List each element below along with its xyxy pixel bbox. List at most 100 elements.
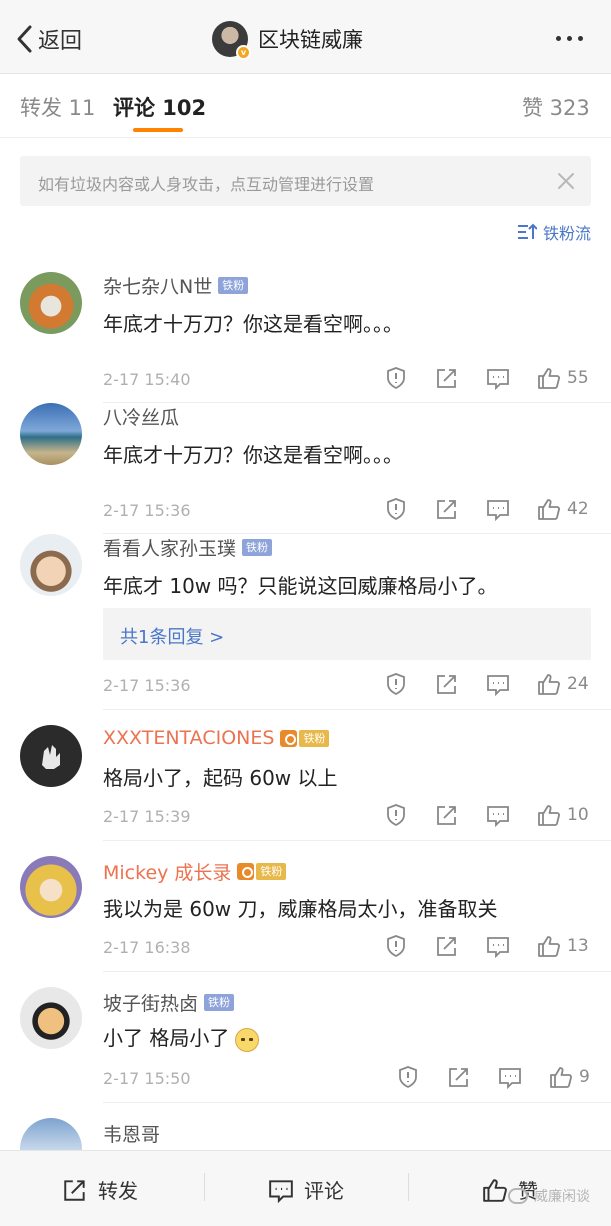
commenter-name[interactable]: 杂七杂八N世 铁粉	[103, 272, 249, 299]
fan-badge: 铁粉	[299, 729, 330, 747]
comment-time: 2-17 15:40	[103, 370, 191, 389]
avatar[interactable]	[20, 1118, 82, 1150]
repost-button[interactable]: 转发	[62, 1175, 138, 1204]
comment-time: 2-17 15:36	[103, 501, 191, 520]
commenter-name[interactable]: 坡子街热卤 铁粉	[103, 989, 235, 1016]
comment-time: 2-17 15:50	[103, 1069, 191, 1088]
reply-icon[interactable]	[486, 497, 510, 521]
comment-actions: 55	[384, 366, 591, 390]
thumbs-up-icon[interactable]	[537, 497, 561, 521]
like-count: 55	[567, 368, 589, 388]
reply-icon[interactable]	[498, 1065, 522, 1089]
share-icon[interactable]	[435, 366, 459, 390]
fan-badge: 铁粉	[204, 994, 235, 1011]
sort-label: 铁粉流	[542, 224, 591, 243]
thumbs-up-icon[interactable]	[537, 366, 561, 390]
moderation-notice[interactable]: 如有垃圾内容或人身攻击，点互动管理进行设置	[20, 156, 591, 206]
commenter-name[interactable]: 看看人家孙玉璞 铁粉	[103, 534, 273, 561]
more-options-button[interactable]	[556, 36, 583, 41]
like-count: 13	[567, 936, 589, 956]
comment-actions: 9	[396, 1065, 603, 1089]
comment-time: 2-17 16:38	[103, 938, 191, 957]
report-icon[interactable]	[384, 497, 408, 521]
fan-badge: 铁粉	[242, 539, 273, 556]
like-count: 24	[567, 674, 589, 694]
thumbs-up-icon[interactable]	[549, 1065, 573, 1089]
comment-text: 小了 格局小了	[103, 1022, 260, 1052]
divider	[103, 971, 611, 972]
active-tab-indicator	[133, 128, 183, 132]
avatar[interactable]	[20, 856, 82, 918]
report-icon[interactable]	[384, 803, 408, 827]
tab-like[interactable]: 赞 323	[522, 92, 590, 122]
like-count: 42	[567, 499, 589, 519]
fan-badge: 铁粉	[256, 863, 287, 880]
like-count: 10	[567, 805, 589, 825]
watermark: 威廉闲谈	[508, 1186, 590, 1206]
thumbs-up-icon[interactable]	[537, 934, 561, 958]
reply-icon[interactable]	[486, 366, 510, 390]
comment-text: 年底才十万刀？你这是看空啊。。。	[103, 443, 403, 467]
comment-label: 评论	[304, 1179, 344, 1203]
comment-actions: 42	[384, 497, 591, 521]
report-icon[interactable]	[384, 672, 408, 696]
fan-badge: 铁粉	[218, 277, 249, 294]
repost-label: 转发	[98, 1179, 138, 1203]
avatar[interactable]	[20, 725, 82, 787]
share-icon[interactable]	[435, 672, 459, 696]
comment-actions: 24	[384, 672, 591, 696]
page-title: 区块链威廉	[258, 28, 363, 52]
comment-time: 2-17 15:36	[103, 676, 191, 695]
reply-icon[interactable]	[486, 934, 510, 958]
divider	[103, 709, 611, 710]
share-icon[interactable]	[435, 934, 459, 958]
divider	[103, 840, 611, 841]
share-icon	[64, 1179, 85, 1201]
report-icon[interactable]	[384, 366, 408, 390]
avatar: v	[212, 21, 251, 60]
profile-title[interactable]: v 区块链威廉	[212, 20, 363, 60]
close-icon[interactable]	[557, 172, 575, 190]
thumbs-up-icon	[483, 1178, 507, 1202]
report-icon[interactable]	[384, 934, 408, 958]
dot-icon	[556, 36, 561, 41]
divider	[408, 1173, 409, 1201]
sort-icon	[517, 223, 537, 239]
avatar[interactable]	[20, 987, 82, 1049]
top-navigation-bar: 返回 v 区块链威廉	[0, 0, 611, 74]
comment-actions: 13	[384, 934, 591, 958]
commenter-name[interactable]: Mickey 成长录 铁粉	[103, 858, 287, 885]
share-icon[interactable]	[435, 803, 459, 827]
commenter-name[interactable]: 韦恩哥	[103, 1120, 160, 1147]
tab-comment[interactable]: 评论 102	[113, 92, 206, 122]
comment-text: 年底才十万刀？你这是看空啊。。。	[103, 312, 403, 336]
vip-icon	[237, 863, 255, 880]
replies-label: 共1条回复 >	[120, 627, 225, 648]
dot-icon	[578, 36, 583, 41]
avatar[interactable]	[20, 534, 82, 596]
avatar[interactable]	[20, 403, 82, 465]
thumbs-up-icon[interactable]	[537, 803, 561, 827]
hand-icon	[42, 745, 60, 769]
wechat-icon	[508, 1188, 528, 1204]
tab-repost[interactable]: 转发 11	[20, 92, 95, 122]
report-icon[interactable]	[396, 1065, 420, 1089]
divider	[204, 1173, 205, 1201]
divider	[103, 402, 611, 403]
share-icon[interactable]	[447, 1065, 471, 1089]
avatar[interactable]	[20, 272, 82, 334]
share-icon[interactable]	[435, 497, 459, 521]
reply-icon[interactable]	[486, 672, 510, 696]
thumbs-up-icon[interactable]	[537, 672, 561, 696]
commenter-name[interactable]: 八冷丝瓜	[103, 403, 179, 430]
commenter-name[interactable]: XXXTENTACIONES 铁粉	[103, 727, 330, 749]
vip-icon	[280, 729, 298, 747]
comment-button[interactable]: 评论	[268, 1175, 344, 1204]
sort-toggle[interactable]: 铁粉流	[517, 220, 591, 244]
reply-icon[interactable]	[486, 803, 510, 827]
comment-text: 我以为是 60w 刀，威廉格局太小，准备取关	[103, 897, 498, 921]
back-button[interactable]: 返回	[14, 22, 82, 56]
replies-link[interactable]: 共1条回复 >	[103, 608, 591, 660]
grin-emoji-icon	[235, 1027, 260, 1052]
comment-text: 格局小了，起码 60w 以上	[103, 766, 338, 790]
